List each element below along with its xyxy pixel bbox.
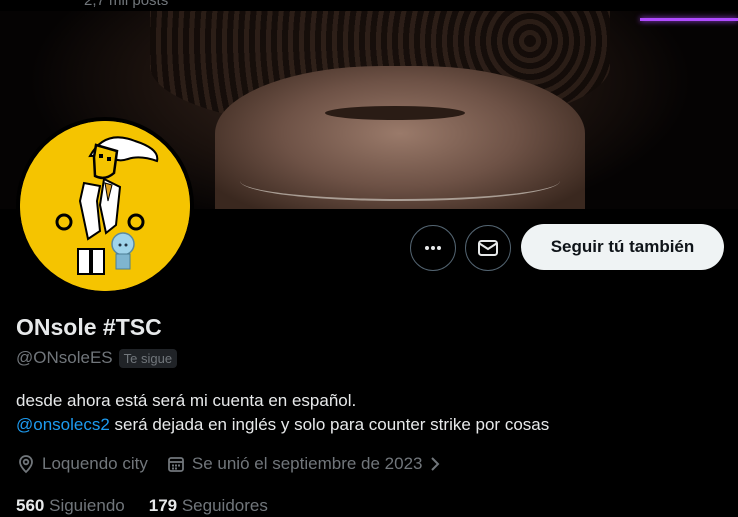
mail-icon bbox=[478, 240, 498, 256]
following-count: 560 bbox=[16, 496, 45, 515]
followers-count: 179 bbox=[148, 496, 178, 515]
display-name: ONsole #TSC bbox=[16, 314, 162, 340]
banner-glow bbox=[640, 18, 738, 21]
more-button[interactable] bbox=[410, 225, 456, 271]
avatar-figure-icon bbox=[20, 121, 190, 291]
more-icon bbox=[425, 246, 441, 250]
bio-line-1: desde ahora está será mi cuenta en españ… bbox=[16, 391, 357, 410]
top-strip: 2,7 mil posts bbox=[0, 0, 738, 11]
handle-row: @ONsoleES Te sigue bbox=[16, 348, 178, 368]
bio-line-2: @onsolecs2 será dejada en inglés y solo … bbox=[16, 413, 716, 437]
location-pin-icon bbox=[19, 455, 33, 474]
posts-count: 2,7 mil posts bbox=[84, 0, 169, 9]
bio: desde ahora está será mi cuenta en españ… bbox=[16, 389, 716, 437]
bio-mention-link[interactable]: @onsolecs2 bbox=[16, 415, 110, 434]
banner-mustache bbox=[325, 106, 465, 120]
location-text: Loquendo city bbox=[42, 454, 148, 473]
profile-meta: Loquendo city Se unió el septiembre de 2… bbox=[16, 454, 460, 474]
bio-line-2-text: será dejada en inglés y solo para counte… bbox=[109, 415, 550, 434]
followers-link[interactable]: 179 Seguidores bbox=[149, 496, 268, 516]
joined-text: Se unió el septiembre de 2023 bbox=[191, 454, 423, 473]
avatar[interactable] bbox=[16, 117, 194, 295]
follows-you-badge: Te sigue bbox=[118, 348, 178, 368]
followers-label: Seguidores bbox=[181, 496, 268, 515]
location-item: Loquendo city bbox=[16, 454, 148, 474]
following-link[interactable]: 560 Siguiendo bbox=[16, 496, 125, 516]
following-label: Siguiendo bbox=[49, 496, 125, 515]
joined-item[interactable]: Se unió el septiembre de 2023 bbox=[166, 454, 443, 474]
chevron-right-icon bbox=[431, 457, 440, 471]
avatar-image bbox=[20, 121, 190, 291]
banner-chain bbox=[240, 161, 560, 201]
message-button[interactable] bbox=[465, 225, 511, 271]
calendar-icon bbox=[167, 457, 184, 472]
follow-back-button[interactable]: Seguir tú también bbox=[521, 224, 724, 270]
handle: @ONsoleES bbox=[16, 348, 113, 367]
follow-stats: 560 Siguiendo 179 Seguidores bbox=[16, 496, 268, 516]
